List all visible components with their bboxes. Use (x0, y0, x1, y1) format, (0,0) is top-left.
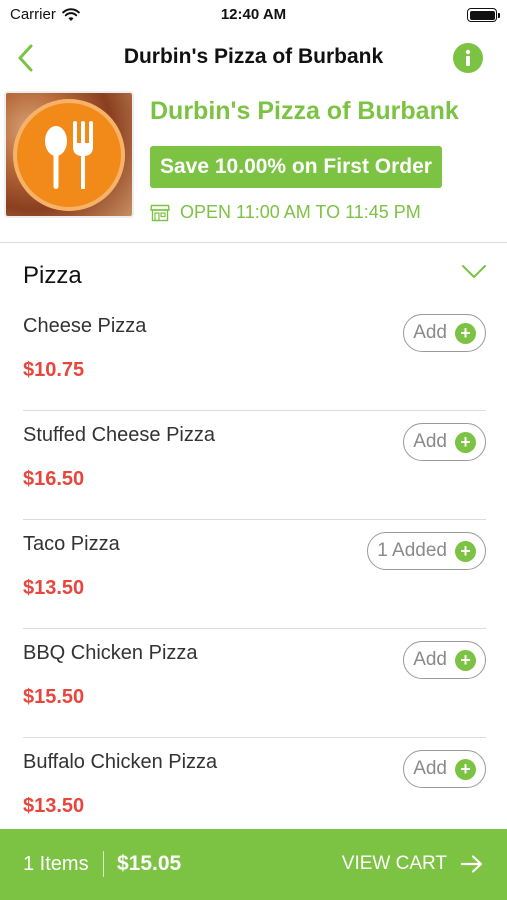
status-bar: Carrier 12:40 AM (0, 0, 507, 32)
add-button-label: Add (413, 322, 447, 343)
info-button[interactable] (453, 43, 483, 73)
added-button[interactable]: 1 Added + (367, 532, 486, 570)
add-button-label: Add (413, 649, 447, 670)
item-name: Buffalo Chicken Pizza (23, 751, 218, 773)
item-name: Taco Pizza (23, 533, 120, 555)
status-time: 12:40 AM (220, 6, 287, 23)
item-price: $15.50 (23, 686, 85, 708)
add-button[interactable]: Add + (403, 423, 486, 461)
add-button[interactable]: Add + (403, 750, 486, 788)
plus-circle-icon: + (455, 322, 476, 344)
promo-badge: Save 10.00% on First Order (150, 146, 442, 188)
item-price: $16.50 (23, 468, 85, 490)
add-button-label: 1 Added (377, 540, 447, 561)
item-name: BBQ Chicken Pizza (23, 642, 198, 664)
menu-list: Cheese Pizza $10.75 Add + Stuffed Cheese… (23, 302, 486, 847)
navigation-bar: Durbin's Pizza of Burbank (0, 36, 507, 80)
add-button-label: Add (413, 758, 447, 779)
store-icon (150, 204, 170, 221)
cart-total: $15.05 (117, 852, 182, 875)
item-price: $10.75 (23, 359, 85, 381)
category-header[interactable]: Pizza (23, 256, 487, 296)
section-divider (0, 242, 507, 243)
category-title: Pizza (23, 262, 82, 289)
plus-circle-icon: + (455, 431, 476, 453)
restaurant-logo (4, 91, 134, 218)
battery-icon (467, 8, 500, 22)
item-name: Stuffed Cheese Pizza (23, 424, 215, 446)
add-button-label: Add (413, 431, 447, 452)
menu-item: Cheese Pizza $10.75 Add + (23, 302, 486, 411)
cart-item-count: 1 Items (23, 853, 89, 875)
restaurant-header: Durbin's Pizza of Burbank Save 10.00% on… (0, 88, 507, 243)
utensils-icon (45, 120, 93, 189)
item-name: Cheese Pizza (23, 315, 147, 337)
cart-divider (103, 851, 104, 877)
arrow-right-icon (461, 855, 483, 873)
nav-title: Durbin's Pizza of Burbank (123, 45, 384, 68)
view-cart-bar[interactable]: 1 Items $15.05 VIEW CART (0, 829, 507, 900)
plus-circle-icon: + (455, 649, 476, 671)
info-icon (465, 49, 471, 66)
add-button[interactable]: Add + (403, 314, 486, 352)
view-cart-label: VIEW CART (341, 853, 447, 874)
item-price: $13.50 (23, 795, 85, 817)
add-button[interactable]: Add + (403, 641, 486, 679)
chevron-down-icon[interactable] (461, 264, 487, 280)
item-price: $13.50 (23, 577, 85, 599)
menu-item: Stuffed Cheese Pizza $16.50 Add + (23, 411, 486, 520)
menu-item: Taco Pizza $13.50 1 Added + (23, 520, 486, 629)
restaurant-name: Durbin's Pizza of Burbank (150, 97, 459, 125)
menu-item: BBQ Chicken Pizza $15.50 Add + (23, 629, 486, 738)
plus-circle-icon: + (455, 540, 476, 562)
view-cart-button[interactable]: VIEW CART (342, 853, 483, 875)
opening-hours: OPEN 11:00 AM TO 11:45 PM (150, 202, 421, 223)
opening-hours-text: OPEN 11:00 AM TO 11:45 PM (180, 202, 421, 222)
plus-circle-icon: + (455, 758, 476, 780)
